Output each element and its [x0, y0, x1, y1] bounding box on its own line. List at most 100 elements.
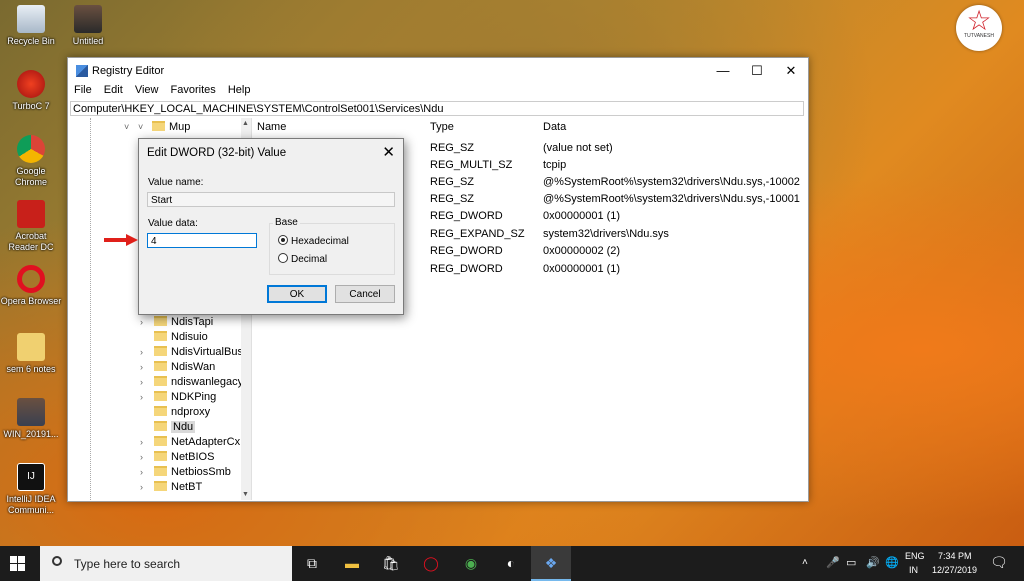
desktop-icon-opera[interactable]: Opera Browser	[0, 265, 62, 307]
minimize-button[interactable]: —	[706, 58, 740, 84]
tree-item-ndu[interactable]: Ndu	[140, 420, 196, 435]
chevron-up-icon[interactable]: ˄	[802, 557, 808, 568]
desktop-icon-label: Acrobat Reader DC	[8, 231, 54, 252]
microphone-icon[interactable]: 🎤	[826, 556, 840, 569]
tree-item-mup[interactable]: ˅ ˅ Mup	[124, 120, 190, 135]
tree-item-ndproxy[interactable]: ndproxy	[140, 405, 210, 420]
address-bar[interactable]: Computer\HKEY_LOCAL_MACHINE\SYSTEM\Contr…	[70, 101, 804, 116]
menu-view[interactable]: View	[135, 84, 159, 96]
tree-item-ndiswanlegacy[interactable]: › ndiswanlegacy	[140, 375, 243, 390]
chevron-right-icon[interactable]: ›	[140, 360, 154, 375]
column-header-type[interactable]: Type	[430, 121, 454, 133]
battery-icon[interactable]: ▭	[846, 556, 856, 569]
volume-icon[interactable]: 🔊	[866, 556, 880, 569]
tree-item-netbios[interactable]: › NetBIOS	[140, 450, 214, 465]
tree-item-netbt[interactable]: › NetBT	[140, 480, 202, 495]
chevron-right-icon[interactable]: ›	[140, 465, 154, 480]
task-view-icon[interactable]: ⧉	[302, 553, 322, 573]
menu-help[interactable]: Help	[228, 84, 251, 96]
menu-favorites[interactable]: Favorites	[171, 84, 216, 96]
microsoft-store-icon[interactable]: 🛍	[381, 553, 401, 573]
value-name-field: Start	[147, 192, 395, 207]
value-data[interactable]: system32\drivers\Ndu.sys	[543, 228, 669, 240]
value-type[interactable]: REG_MULTI_SZ	[430, 159, 512, 171]
chevron-right-icon[interactable]: ›	[140, 390, 154, 405]
decimal-radio[interactable]: Decimal	[278, 253, 327, 265]
tree-item-ndiswan[interactable]: › NdisWan	[140, 360, 215, 375]
folder-icon	[154, 376, 167, 386]
network-globe-icon[interactable]: 🌐	[885, 556, 899, 569]
folder-icon	[154, 316, 167, 326]
tree-item-ndisvirtualbus[interactable]: › NdisVirtualBus	[140, 345, 243, 360]
chevron-down-icon[interactable]: ˅	[138, 120, 152, 135]
desktop-icon-chrome[interactable]: Google Chrome	[0, 135, 62, 188]
ok-button[interactable]: OK	[267, 285, 327, 303]
menu-file[interactable]: File	[74, 84, 92, 96]
tree-item-netadaptercx[interactable]: › NetAdapterCx	[140, 435, 240, 450]
column-header-data[interactable]: Data	[543, 121, 566, 133]
desktop-icon-acrobat[interactable]: Acrobat Reader DC	[0, 200, 62, 253]
chevron-right-icon[interactable]: ›	[140, 345, 154, 360]
value-data[interactable]: tcpip	[543, 159, 566, 171]
value-data[interactable]: @%SystemRoot%\system32\drivers\Ndu.sys,-…	[543, 176, 800, 188]
menu-edit[interactable]: Edit	[104, 84, 123, 96]
tree-item-netbiossmb[interactable]: › NetbiosSmb	[140, 465, 231, 480]
value-data[interactable]: 0x00000002 (2)	[543, 245, 620, 257]
scroll-up-icon[interactable]: ▲	[242, 120, 249, 127]
hexadecimal-radio[interactable]: Hexadecimal	[278, 235, 349, 247]
chevron-right-icon[interactable]: ›	[140, 480, 154, 495]
chrome-icon[interactable]: ◉	[461, 553, 481, 573]
desktop-icon-intellij[interactable]: IJ IntelliJ IDEA Communi...	[0, 463, 62, 516]
windows-start-icon[interactable]	[10, 556, 26, 572]
tree-item-ndkping[interactable]: › NDKPing	[140, 390, 216, 405]
desktop-icon-sem-notes[interactable]: sem 6 notes	[0, 333, 62, 375]
desktop-icon-turboc[interactable]: TurboC 7	[0, 70, 62, 112]
value-data[interactable]: 0x00000001 (1)	[543, 210, 620, 222]
value-type[interactable]: REG_DWORD	[430, 245, 503, 257]
desktop-icon-win-photo[interactable]: WIN_20191...	[0, 398, 62, 440]
value-data[interactable]: 0x00000001 (1)	[543, 263, 620, 275]
radio-checked-icon	[278, 235, 288, 245]
value-data[interactable]: @%SystemRoot%\system32\drivers\Ndu.sys,-…	[543, 193, 800, 205]
regedit-icon[interactable]: ❖	[541, 553, 561, 573]
value-type[interactable]: REG_EXPAND_SZ	[430, 228, 525, 240]
menu-bar: File Edit View Favorites Help	[68, 84, 808, 100]
column-header-name[interactable]: Name	[257, 121, 286, 133]
value-data[interactable]: (value not set)	[543, 142, 613, 154]
close-button[interactable]: ✕	[774, 58, 808, 84]
value-type[interactable]: REG_DWORD	[430, 210, 503, 222]
chevron-right-icon[interactable]: ›	[140, 435, 154, 450]
scroll-down-icon[interactable]: ▼	[242, 491, 249, 498]
value-type[interactable]: REG_SZ	[430, 142, 474, 154]
tree-item-ndistapi[interactable]: › NdisTapi	[140, 315, 213, 330]
photo-thumbnail-icon	[74, 5, 102, 33]
file-explorer-icon[interactable]: ▬	[342, 553, 362, 573]
maximize-button[interactable]: ☐	[740, 58, 774, 84]
chevron-right-icon[interactable]: ›	[140, 450, 154, 465]
value-type[interactable]: REG_DWORD	[430, 263, 503, 275]
value-type[interactable]: REG_SZ	[430, 193, 474, 205]
desktop-icon-untitled[interactable]: Untitled	[57, 5, 119, 47]
cancel-button[interactable]: Cancel	[335, 285, 395, 303]
language-indicator[interactable]: ENG	[905, 551, 925, 561]
tree-item-ndisuio[interactable]: Ndisuio	[140, 330, 208, 345]
title-bar[interactable]: Registry Editor — ☐ ✕	[68, 58, 808, 84]
desktop-icon-recycle-bin[interactable]: Recycle Bin	[0, 5, 62, 47]
desktop-icon-label: Google Chrome	[14, 166, 47, 187]
clock-date[interactable]: 12/27/2019	[932, 565, 977, 575]
desktop-icon-label: sem 6 notes	[6, 364, 56, 374]
value-data-input[interactable]: 4	[147, 233, 257, 248]
chevron-right-icon[interactable]: ›	[140, 375, 154, 390]
chevron-down-icon[interactable]: ˅	[124, 120, 138, 135]
obs-icon[interactable]: ◐	[501, 553, 521, 573]
edit-dword-dialog: Edit DWORD (32-bit) Value ✕ Value name: …	[138, 138, 404, 315]
taskbar-search-box[interactable]: Type here to search	[40, 546, 292, 581]
value-type[interactable]: REG_SZ	[430, 176, 474, 188]
desktop-icon-label: Untitled	[72, 36, 104, 46]
opera-icon[interactable]: ◯	[421, 553, 441, 573]
clock-time[interactable]: 7:34 PM	[938, 551, 972, 561]
dialog-close-button[interactable]: ✕	[382, 143, 395, 161]
taskbar: Type here to search ⧉ ▬ 🛍 ◯ ◉ ◐ ❖ ˄ 🎤 ▭ …	[0, 546, 1024, 581]
notification-icon[interactable]: 🗨	[990, 554, 1008, 571]
chevron-right-icon[interactable]: ›	[140, 315, 154, 330]
